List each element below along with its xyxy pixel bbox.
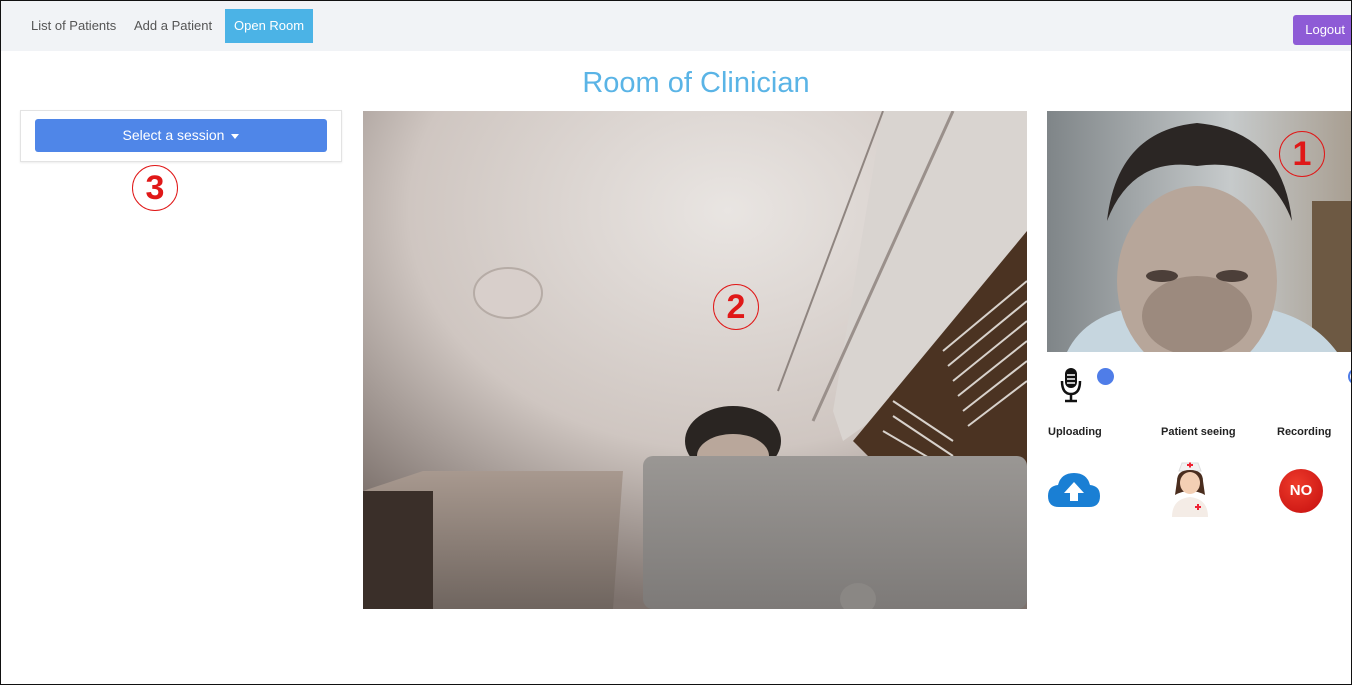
no-badge-icon: NO bbox=[1279, 469, 1323, 513]
patient-seeing-label: Patient seeing bbox=[1161, 426, 1236, 438]
mic-level-dot bbox=[1097, 368, 1114, 385]
main-video-frame bbox=[363, 111, 1027, 609]
app-window: List of Patients Add a Patient Open Room… bbox=[0, 0, 1352, 685]
nurse-icon bbox=[1172, 462, 1208, 517]
caret-down-icon bbox=[231, 133, 240, 139]
uploading-label: Uploading bbox=[1048, 426, 1102, 438]
callout-1: 1 bbox=[1279, 131, 1325, 177]
nav-list-of-patients[interactable]: List of Patients bbox=[31, 13, 116, 39]
page-title: Room of Clinician bbox=[582, 67, 810, 99]
recording-label: Recording bbox=[1277, 426, 1332, 438]
logout-button[interactable]: Logout bbox=[1293, 15, 1351, 45]
microphone-icon[interactable] bbox=[1059, 367, 1083, 403]
nav-open-room[interactable]: Open Room bbox=[225, 9, 314, 43]
callout-2: 2 bbox=[713, 284, 759, 330]
toggle-dot[interactable] bbox=[1348, 368, 1351, 385]
main-video[interactable] bbox=[363, 111, 1027, 609]
select-session-button[interactable]: Select a session bbox=[35, 119, 327, 152]
select-session-label: Select a session bbox=[122, 127, 225, 143]
nav-add-a-patient[interactable]: Add a Patient bbox=[134, 13, 212, 39]
navbar: List of Patients Add a Patient Open Room… bbox=[1, 1, 1351, 51]
cloud-upload-icon bbox=[1048, 473, 1100, 507]
session-panel: Select a session bbox=[20, 110, 342, 162]
callout-3: 3 bbox=[132, 165, 178, 211]
